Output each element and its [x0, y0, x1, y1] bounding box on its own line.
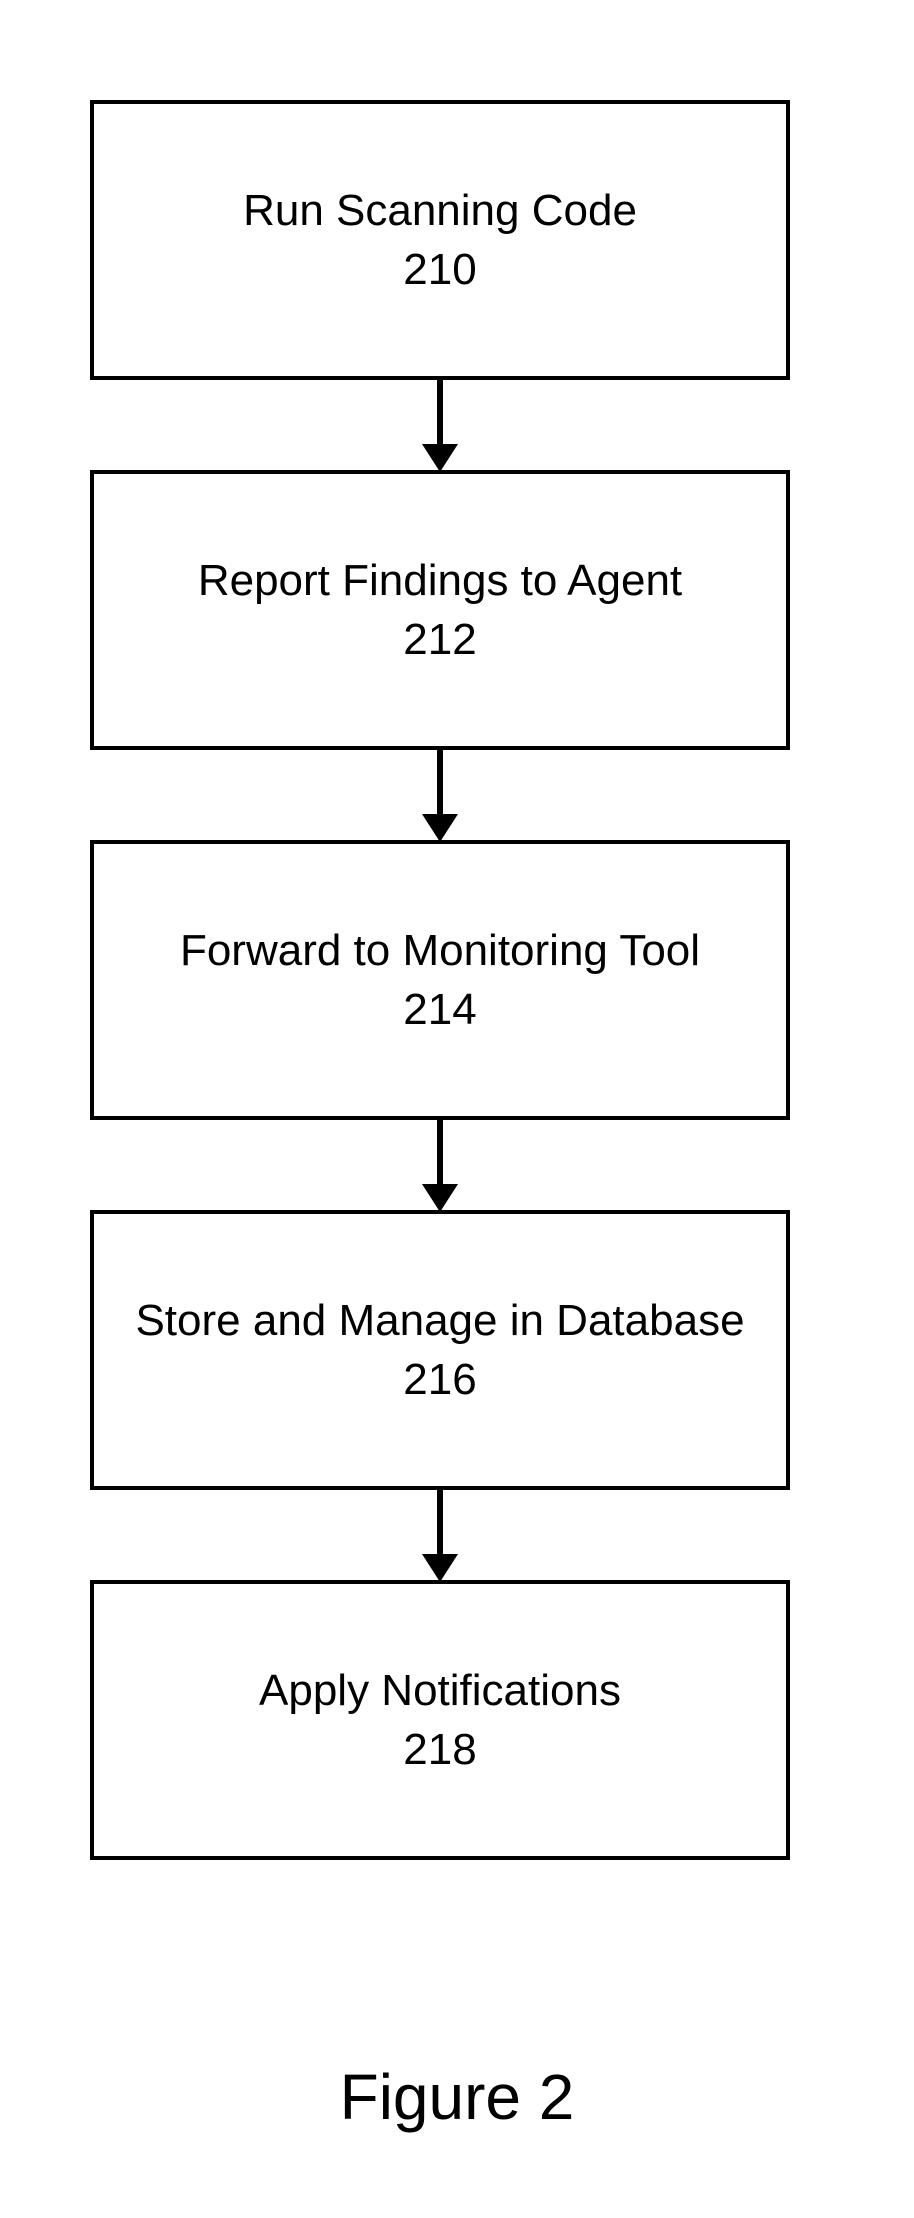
arrow — [90, 1120, 790, 1210]
step-number: 218 — [403, 1720, 476, 1779]
flow-step-210: Run Scanning Code 210 — [90, 100, 790, 380]
flow-step-212: Report Findings to Agent 212 — [90, 470, 790, 750]
step-label: Run Scanning Code — [243, 181, 637, 240]
step-label: Report Findings to Agent — [198, 551, 682, 610]
flowchart: Run Scanning Code 210 Report Findings to… — [90, 100, 790, 1860]
arrow — [90, 750, 790, 840]
step-number: 216 — [403, 1350, 476, 1409]
step-label: Apply Notifications — [259, 1661, 621, 1720]
figure-caption: Figure 2 — [0, 2060, 914, 2134]
step-number: 210 — [403, 240, 476, 299]
arrow — [90, 1490, 790, 1580]
step-number: 214 — [403, 980, 476, 1039]
step-number: 212 — [403, 610, 476, 669]
step-label: Forward to Monitoring Tool — [180, 921, 700, 980]
step-label: Store and Manage in Database — [135, 1291, 744, 1350]
arrow — [90, 380, 790, 470]
flow-step-218: Apply Notifications 218 — [90, 1580, 790, 1860]
flow-step-214: Forward to Monitoring Tool 214 — [90, 840, 790, 1120]
flow-step-216: Store and Manage in Database 216 — [90, 1210, 790, 1490]
